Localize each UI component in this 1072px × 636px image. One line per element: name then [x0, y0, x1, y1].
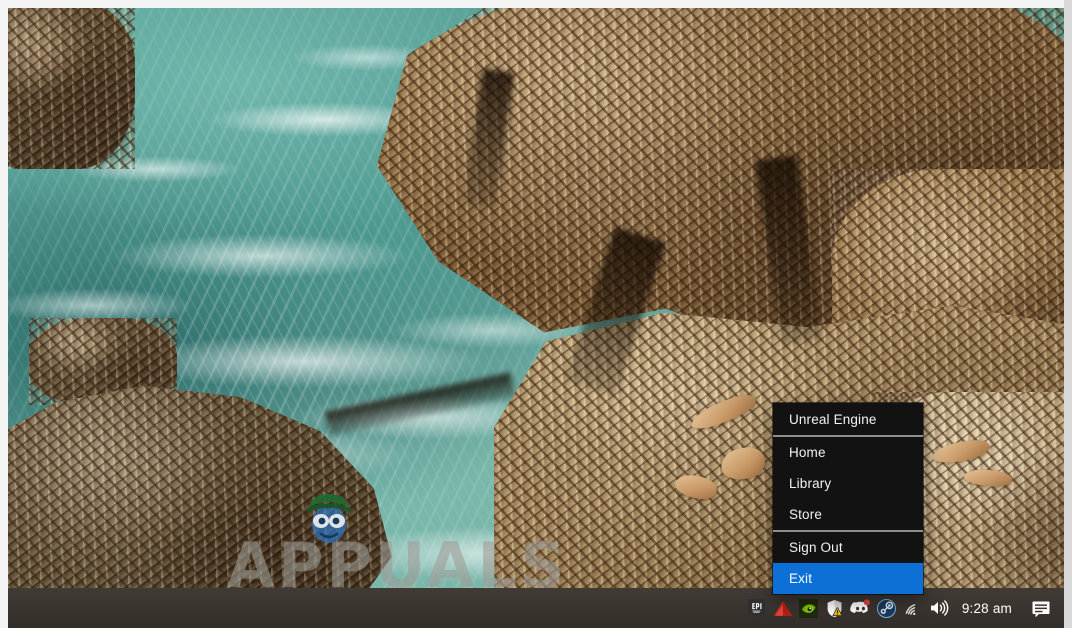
red-triangle-icon[interactable]: [770, 588, 796, 628]
epic-games-icon[interactable]: [744, 588, 770, 628]
speaker-icon[interactable]: [926, 588, 952, 628]
menu-item-home[interactable]: Home: [773, 437, 923, 468]
rock-upper-left: [8, 8, 135, 170]
taskbar-clock[interactable]: 9:28 am: [952, 601, 1024, 616]
menu-item-label: Home: [789, 445, 826, 460]
window-frame-right: [1064, 0, 1072, 636]
menu-item-exit[interactable]: Exit: [773, 563, 923, 594]
menu-item-label: Store: [789, 507, 823, 522]
notification-icon[interactable]: [1024, 588, 1058, 628]
window-frame-top: [0, 0, 1072, 8]
shield-warning-icon[interactable]: [822, 588, 848, 628]
screenshot-root: APPUALS Unreal Engine Home Library Store…: [0, 0, 1072, 636]
taskbar[interactable]: 9:28 am: [8, 588, 1064, 628]
wifi-icon[interactable]: [900, 588, 926, 628]
menu-item-label: Sign Out: [789, 540, 843, 555]
menu-item-library[interactable]: Library: [773, 468, 923, 499]
menu-item-sign-out[interactable]: Sign Out: [773, 532, 923, 563]
steam-icon[interactable]: [874, 588, 900, 628]
system-tray[interactable]: 9:28 am: [744, 588, 1058, 628]
menu-item-label: Exit: [789, 571, 813, 586]
window-frame-left: [0, 0, 8, 636]
desktop[interactable]: APPUALS Unreal Engine Home Library Store…: [8, 8, 1064, 628]
discord-icon[interactable]: [848, 588, 874, 628]
menu-item-unreal-engine[interactable]: Unreal Engine: [773, 403, 923, 435]
menu-item-store[interactable]: Store: [773, 499, 923, 530]
epic-launcher-context-menu[interactable]: Unreal Engine Home Library Store Sign Ou…: [773, 403, 923, 594]
nvidia-icon[interactable]: [796, 588, 822, 628]
window-frame-bottom: [0, 628, 1072, 636]
menu-item-label: Library: [789, 476, 832, 491]
menu-item-label: Unreal Engine: [789, 411, 877, 427]
